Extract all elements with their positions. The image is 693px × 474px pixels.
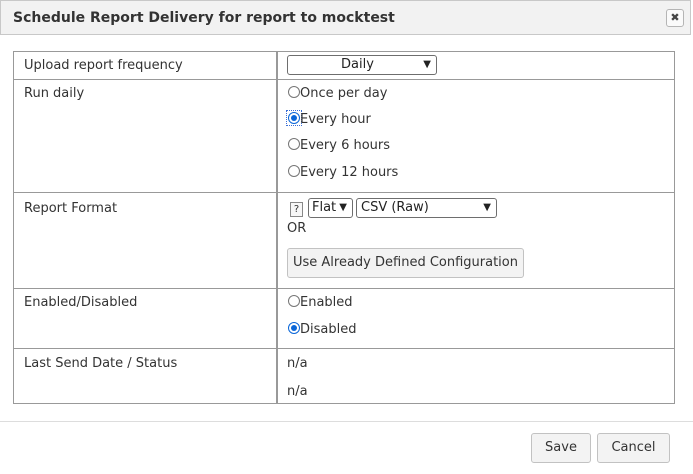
enabled-disabled-label: Enabled/Disabled [24, 295, 138, 310]
close-icon[interactable]: ✖ [666, 9, 684, 27]
row-divider [14, 192, 674, 193]
chevron-down-icon: ▼ [339, 202, 347, 213]
dialog-title: Schedule Report Delivery for report to m… [13, 10, 395, 26]
frequency-select[interactable]: Daily ▼ [287, 55, 437, 75]
help-icon[interactable]: ? [290, 202, 303, 217]
last-send-date-value: n/a [287, 356, 308, 371]
radio-label-disabled: Disabled [300, 322, 357, 337]
frequency-label: Upload report frequency [24, 58, 183, 73]
row-divider [14, 79, 674, 80]
layout-select[interactable]: Flat ▼ [308, 198, 353, 218]
radio-enabled[interactable] [288, 295, 300, 307]
use-defined-configuration-button[interactable]: Use Already Defined Configuration [287, 248, 524, 278]
cancel-button[interactable]: Cancel [597, 433, 670, 463]
radio-label-enabled: Enabled [300, 295, 353, 310]
format-select[interactable]: CSV (Raw) ▼ [356, 198, 497, 218]
dialog-titlebar: Schedule Report Delivery for report to m… [0, 0, 691, 35]
radio-disabled[interactable] [288, 322, 300, 334]
column-divider [276, 52, 278, 403]
footer-divider [0, 421, 693, 422]
radio-label-every-hour: Every hour [300, 112, 371, 127]
radio-once-per-day[interactable] [288, 86, 300, 98]
row-divider [14, 348, 674, 349]
last-send-label: Last Send Date / Status [24, 356, 178, 371]
format-select-value: CSV (Raw) [361, 200, 429, 215]
radio-label-every-6-hours: Every 6 hours [300, 138, 391, 153]
save-button[interactable]: Save [531, 433, 591, 463]
schedule-form-table: Upload report frequency Daily ▼ Run dail… [13, 51, 675, 404]
last-send-status-value: n/a [287, 384, 308, 399]
radio-every-hour[interactable] [288, 112, 300, 124]
radio-every-6-hours[interactable] [288, 138, 300, 150]
radio-label-every-12-hours: Every 12 hours [300, 165, 399, 180]
chevron-down-icon: ▼ [483, 202, 491, 213]
run-daily-label: Run daily [24, 86, 85, 101]
frequency-select-value: Daily [341, 57, 374, 72]
row-divider [14, 288, 674, 289]
or-text: OR [287, 221, 307, 236]
radio-every-12-hours[interactable] [288, 165, 300, 177]
layout-select-value: Flat [312, 200, 337, 215]
radio-label-once-per-day: Once per day [300, 86, 388, 101]
report-format-label: Report Format [24, 201, 118, 216]
chevron-down-icon: ▼ [423, 59, 431, 70]
